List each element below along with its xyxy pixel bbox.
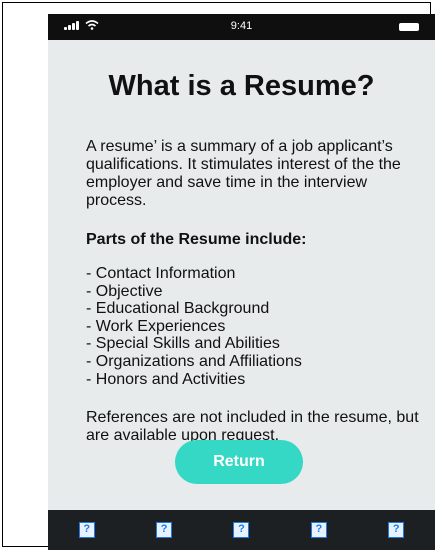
battery-icon [399,23,419,31]
list-item: Educational Background [86,300,416,318]
status-time: 9:41 [230,20,253,32]
help-icon[interactable]: ? [233,522,250,538]
tab-item-5[interactable]: ? [358,510,435,550]
status-bar: 9:41 [48,14,435,40]
list-item: Objective [86,283,416,301]
tab-item-2[interactable]: ? [125,510,202,550]
return-button[interactable]: Return [175,440,303,484]
parts-list: Contact Information Objective Educationa… [86,265,416,388]
tab-item-3[interactable]: ? [203,510,280,550]
list-item: Honors and Activities [86,371,416,389]
parts-heading: Parts of the Resume include: [86,231,307,248]
tab-item-4[interactable]: ? [280,510,357,550]
tab-item-1[interactable]: ? [48,510,125,550]
help-icon[interactable]: ? [156,522,173,538]
list-item: Contact Information [86,265,416,283]
help-icon[interactable]: ? [310,522,327,538]
page-title: What is a Resume? [108,70,375,102]
help-icon[interactable]: ? [388,522,405,538]
list-item: Organizations and Affiliations [86,353,416,371]
help-icon[interactable]: ? [78,522,95,538]
list-item: Work Experiences [86,318,416,336]
intro-text: A resume’ is a summary of a job applican… [86,138,401,209]
tab-bar: ? ? ? ? ? [48,510,435,550]
list-item: Special Skills and Abilities [86,335,416,353]
